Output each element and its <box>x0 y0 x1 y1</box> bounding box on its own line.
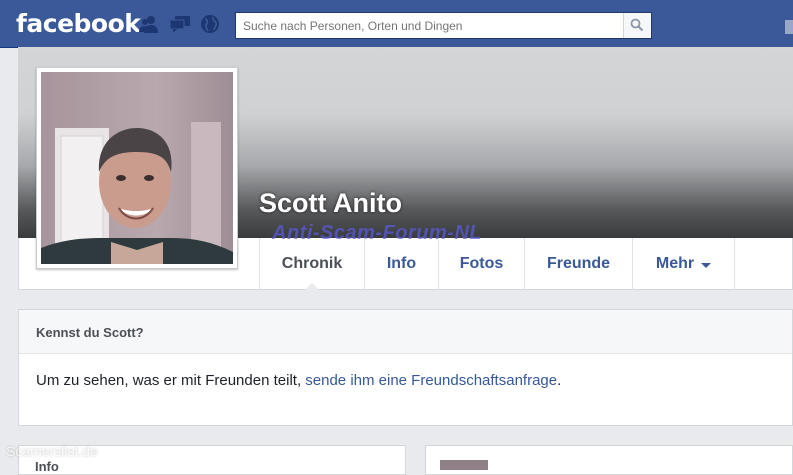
profile-picture[interactable] <box>36 67 238 269</box>
watermark-corner-text: Scamerslist.de <box>6 443 98 459</box>
search-icon <box>630 18 644 32</box>
top-navigation-bar: facebook <box>0 0 793 48</box>
profile-photo-image <box>41 72 233 264</box>
info-box-title: Info <box>35 459 59 474</box>
tab-label: Freunde <box>546 255 611 272</box>
prompt-body: Um zu sehen, was er mit Freunden teilt, … <box>19 354 792 389</box>
search-input[interactable] <box>236 13 624 38</box>
send-friend-request-link[interactable]: sende ihm eine Freundschaftsanfrage <box>305 372 557 389</box>
topbar-overflow <box>785 20 793 34</box>
profile-name[interactable]: Scott Anito <box>259 188 402 219</box>
profile-tabs: Chronik Info Fotos Freunde Mehr <box>259 238 735 291</box>
tab-label: Info <box>386 255 417 272</box>
tab-info[interactable]: Info <box>364 238 438 290</box>
photo-thumbnail[interactable] <box>440 460 488 470</box>
friend-requests-icon[interactable] <box>138 14 160 34</box>
prompt-title: Kennst du Scott? <box>19 310 792 354</box>
active-tab-indicator <box>304 283 320 291</box>
friend-request-prompt: Kennst du Scott? Um zu sehen, was er mit… <box>18 309 793 426</box>
prompt-text-end: . <box>557 372 562 389</box>
tab-label: Mehr <box>655 255 695 272</box>
notifications-globe-icon[interactable] <box>199 14 221 34</box>
search-bar <box>235 12 652 39</box>
tab-mehr[interactable]: Mehr <box>632 238 735 290</box>
prompt-text: Um zu sehen, was er mit Freunden teilt, <box>36 372 306 389</box>
tab-fotos[interactable]: Fotos <box>438 238 524 290</box>
tab-label: Fotos <box>459 255 504 272</box>
tab-freunde[interactable]: Freunde <box>524 238 632 290</box>
search-button[interactable] <box>623 13 651 38</box>
messages-icon[interactable] <box>169 14 191 34</box>
chevron-down-icon <box>701 262 712 268</box>
tab-label: Chronik <box>281 255 343 272</box>
facebook-logo[interactable]: facebook <box>16 9 141 38</box>
tab-chronik[interactable]: Chronik <box>259 238 364 291</box>
